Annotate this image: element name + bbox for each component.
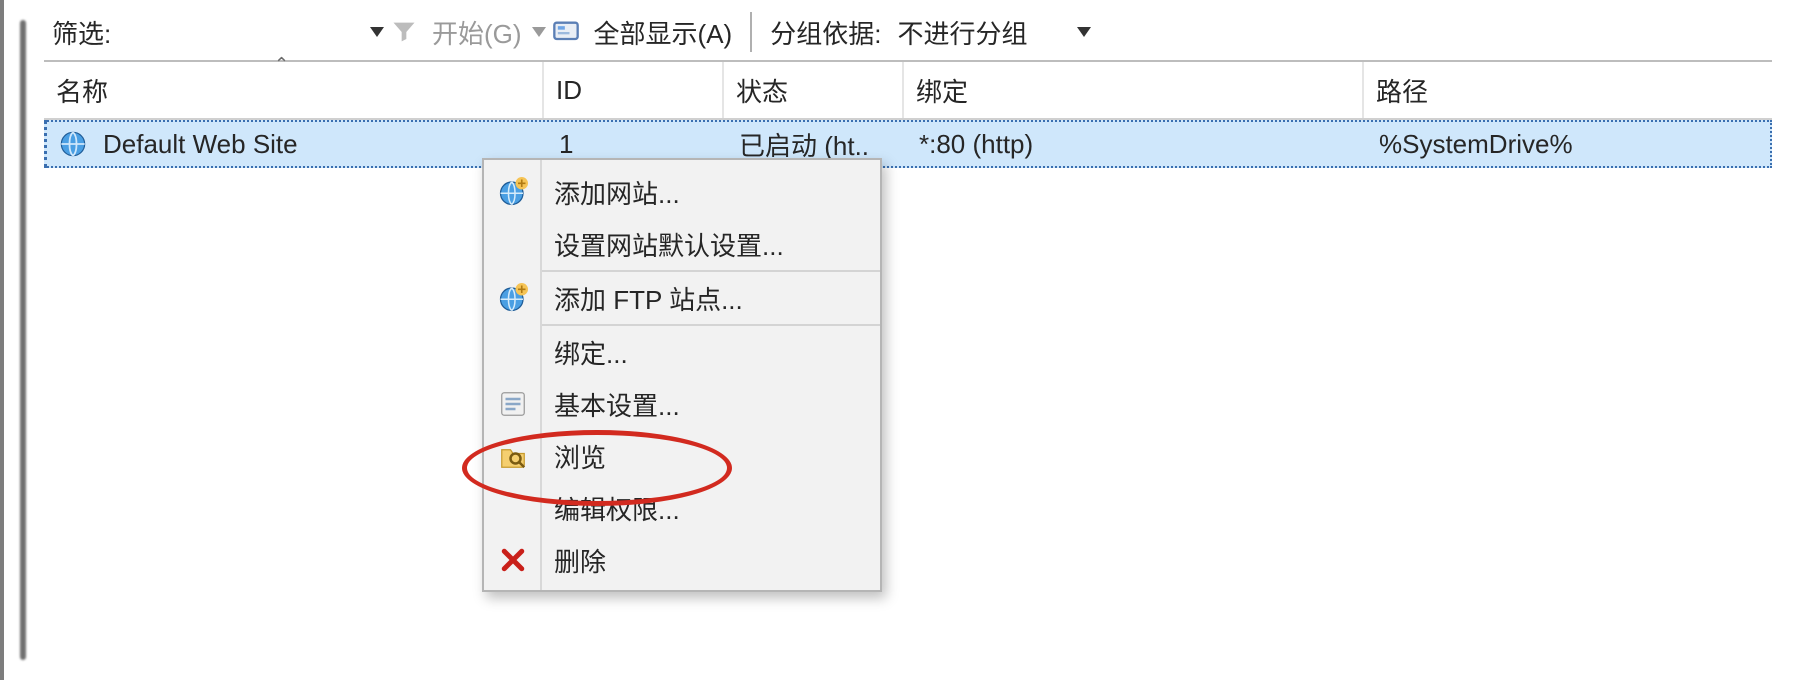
column-header-state[interactable]: 状态 [724,62,904,118]
row-name: Default Web Site [103,129,298,160]
column-header-binding[interactable]: 绑定 [904,62,1364,118]
filter-input[interactable] [130,14,368,50]
column-header-row: 名称 ⌃ ID 状态 绑定 路径 [44,62,1772,120]
menu-bindings-label: 绑定... [554,334,628,371]
menu-site-defaults-label: 设置网站默认设置... [554,226,784,263]
show-all-icon[interactable] [552,18,580,46]
context-menu: 添加网站... 设置网站默认设置... 添加 FTP 站点... 绑定... [482,158,882,592]
row-path: %SystemDrive% [1367,129,1770,160]
menu-site-defaults[interactable]: 设置网站默认设置... [484,218,880,270]
row-binding: *:80 (http) [907,129,1367,160]
column-header-id-label: ID [556,75,582,106]
menu-add-website-label: 添加网站... [554,174,680,211]
menu-basic-settings-label: 基本设置... [554,386,680,423]
menu-delete-label: 删除 [554,542,606,579]
column-header-name[interactable]: 名称 ⌃ [44,62,544,118]
menu-edit-permissions[interactable]: 编辑权限... [484,482,880,534]
menu-delete[interactable]: 删除 [484,534,880,586]
delete-icon [498,545,528,575]
filter-dropdown-icon[interactable] [370,27,384,37]
table-row[interactable]: Default Web Site 1 已启动 (ht.. *:80 (http)… [44,120,1772,168]
column-header-binding-label: 绑定 [916,72,968,109]
menu-browse[interactable]: 浏览 [484,430,880,482]
menu-add-website[interactable]: 添加网站... [484,166,880,218]
globe-new-icon [498,177,528,207]
start-button: 开始(G) [424,14,530,51]
column-header-path[interactable]: 路径 [1364,62,1772,118]
menu-edit-permissions-label: 编辑权限... [554,490,680,527]
start-dropdown-icon [532,27,546,37]
column-header-id[interactable]: ID [544,62,724,118]
column-header-name-label: 名称 [56,72,108,109]
group-by-value[interactable]: 不进行分组 [889,14,1075,51]
filter-label: 筛选: [44,14,130,51]
row-id: 1 [547,129,727,160]
folder-search-icon [498,441,528,471]
globe-icon [59,130,87,158]
column-header-state-label: 状态 [736,72,788,109]
menu-browse-label: 浏览 [554,438,606,475]
toolbar: 筛选: 开始(G) 全部显示(A) 分组依据: 不进行分组 [44,0,1772,62]
group-by-label: 分组依据: [762,14,889,51]
sort-asc-icon: ⌃ [274,54,289,75]
properties-icon [498,389,528,419]
menu-bindings[interactable]: 绑定... [484,326,880,378]
funnel-icon [390,18,418,46]
group-by-dropdown-icon[interactable] [1077,27,1091,37]
menu-add-ftp[interactable]: 添加 FTP 站点... [484,272,880,324]
toolbar-separator [750,12,752,52]
globe-new-icon [498,283,528,313]
menu-add-ftp-label: 添加 FTP 站点... [554,280,743,317]
left-edge-decoration [4,0,44,680]
menu-basic-settings[interactable]: 基本设置... [484,378,880,430]
column-header-path-label: 路径 [1376,72,1428,109]
show-all-button[interactable]: 全部显示(A) [586,14,741,51]
row-state: 已启动 (ht.. [727,126,907,163]
